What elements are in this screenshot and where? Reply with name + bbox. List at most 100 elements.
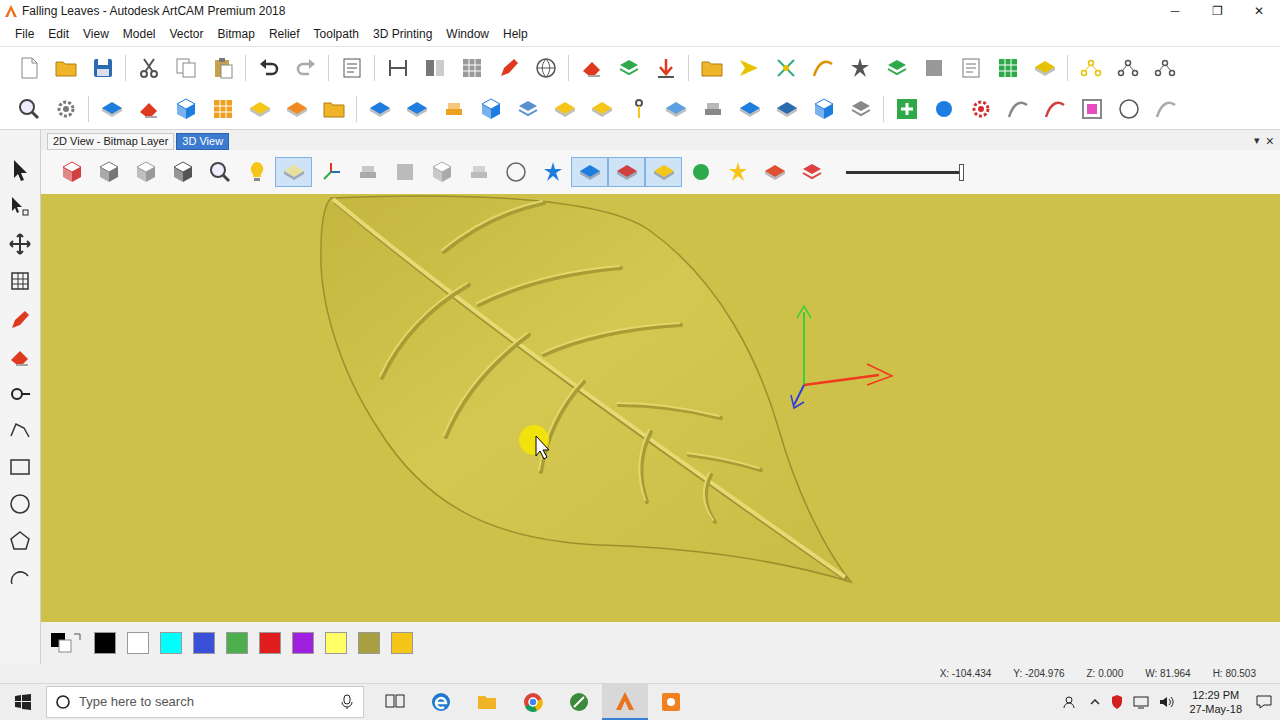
arrowdown-icon[interactable] [647, 53, 684, 83]
bulb-icon[interactable] [238, 157, 275, 187]
doc-icon[interactable] [10, 53, 47, 83]
circle-icon[interactable] [682, 157, 719, 187]
minimize-button[interactable]: ─ [1154, 0, 1196, 22]
network-icon[interactable] [1133, 695, 1149, 709]
sheet-icon[interactable] [952, 53, 989, 83]
close-button[interactable]: ✕ [1238, 0, 1280, 22]
menu-item[interactable]: Toolpath [307, 23, 366, 45]
menu-item[interactable]: View [76, 23, 116, 45]
diamond-icon[interactable] [583, 94, 620, 124]
diamond-icon[interactable] [1026, 53, 1063, 83]
color-swatch[interactable] [160, 632, 182, 654]
chrome-icon[interactable] [510, 684, 556, 720]
people-icon[interactable] [1063, 694, 1079, 710]
undo-icon[interactable] [250, 53, 287, 83]
pin-icon[interactable] [620, 94, 657, 124]
box-icon[interactable] [386, 157, 423, 187]
layers-icon[interactable] [793, 157, 830, 187]
axis-gizmo-icon[interactable] [791, 306, 892, 408]
dims-icon[interactable] [379, 53, 416, 83]
text-icon[interactable] [4, 379, 36, 409]
paste-icon[interactable] [204, 53, 241, 83]
search-box[interactable]: Type here to search [46, 686, 364, 718]
ring-icon[interactable] [497, 157, 534, 187]
eraser-icon[interactable] [130, 94, 167, 124]
menu-item[interactable]: Model [116, 23, 163, 45]
cube-icon[interactable] [127, 157, 164, 187]
color-swatch[interactable] [358, 632, 380, 654]
menu-item[interactable]: Relief [262, 23, 307, 45]
star-icon[interactable] [719, 157, 756, 187]
layers-icon[interactable] [878, 53, 915, 83]
menu-item[interactable]: Vector [163, 23, 211, 45]
eraser-icon[interactable] [4, 342, 36, 372]
stack-icon[interactable] [435, 94, 472, 124]
3d-viewport[interactable] [41, 194, 1280, 622]
diamond-icon[interactable] [657, 94, 694, 124]
transform-icon[interactable] [4, 266, 36, 296]
star-icon[interactable] [841, 53, 878, 83]
diamond-icon[interactable] [278, 94, 315, 124]
pen-icon[interactable] [4, 305, 36, 335]
stack-icon[interactable] [460, 157, 497, 187]
cut-icon[interactable] [130, 53, 167, 83]
zoom-icon[interactable] [10, 94, 47, 124]
folder-icon[interactable] [47, 53, 84, 83]
curve-icon[interactable] [999, 94, 1036, 124]
menu-item[interactable]: Help [496, 23, 535, 45]
menu-item[interactable]: Window [439, 23, 496, 45]
cols-icon[interactable] [416, 53, 453, 83]
sheet-icon[interactable] [333, 53, 370, 83]
curve-icon[interactable] [804, 53, 841, 83]
plus-icon[interactable] [888, 94, 925, 124]
zoom-icon[interactable] [201, 157, 238, 187]
grid-icon[interactable] [989, 53, 1026, 83]
circle-icon[interactable] [925, 94, 962, 124]
view-slider-track[interactable] [846, 171, 964, 174]
tray-expand-icon[interactable] [1089, 696, 1101, 708]
color-swatch[interactable] [259, 632, 281, 654]
diamond-icon[interactable] [275, 157, 312, 187]
nodes-icon[interactable] [1146, 53, 1183, 83]
diamond-icon[interactable] [645, 157, 682, 187]
copy-icon[interactable] [167, 53, 204, 83]
curve-icon[interactable] [1147, 94, 1184, 124]
notification-icon[interactable] [1256, 694, 1272, 710]
edge-icon[interactable] [418, 684, 464, 720]
cube-icon[interactable] [53, 157, 90, 187]
windows-start-icon[interactable] [0, 694, 46, 710]
poly-icon[interactable] [4, 526, 36, 556]
menu-item[interactable]: 3D Printing [366, 23, 439, 45]
tab-dropdown[interactable]: ▾ [1248, 132, 1266, 151]
select-icon[interactable] [4, 155, 36, 185]
menu-item[interactable]: File [8, 23, 41, 45]
artcam-taskbar-icon[interactable] [602, 684, 648, 720]
restore-button[interactable]: ❐ [1196, 0, 1238, 22]
view-tab[interactable]: 2D View - Bitmap Layer [47, 133, 174, 150]
curve-icon[interactable] [1036, 94, 1073, 124]
task-view-icon[interactable] [372, 684, 418, 720]
layers-icon[interactable] [509, 94, 546, 124]
menu-item[interactable]: Bitmap [211, 23, 262, 45]
redo-icon[interactable] [287, 53, 324, 83]
node-icon[interactable] [4, 192, 36, 222]
green-app-icon[interactable] [556, 684, 602, 720]
color-swatch[interactable] [325, 632, 347, 654]
view-tab[interactable]: 3D View [176, 133, 229, 150]
arrow-icon[interactable] [730, 53, 767, 83]
polyline-icon[interactable] [4, 415, 36, 445]
diamond-icon[interactable] [571, 157, 608, 187]
gear-icon[interactable] [962, 94, 999, 124]
gear-icon[interactable] [47, 94, 84, 124]
nodes-icon[interactable] [1109, 53, 1146, 83]
diamond-icon[interactable] [608, 157, 645, 187]
color-swatch[interactable] [292, 632, 314, 654]
save-icon[interactable] [84, 53, 121, 83]
tab-close[interactable]: × [1266, 134, 1280, 150]
eraser-icon[interactable] [573, 53, 610, 83]
grid-icon[interactable] [453, 53, 490, 83]
color-swatch[interactable] [391, 632, 413, 654]
globe-icon[interactable] [527, 53, 564, 83]
orange-app-icon[interactable] [648, 684, 694, 720]
star-icon[interactable] [534, 157, 571, 187]
